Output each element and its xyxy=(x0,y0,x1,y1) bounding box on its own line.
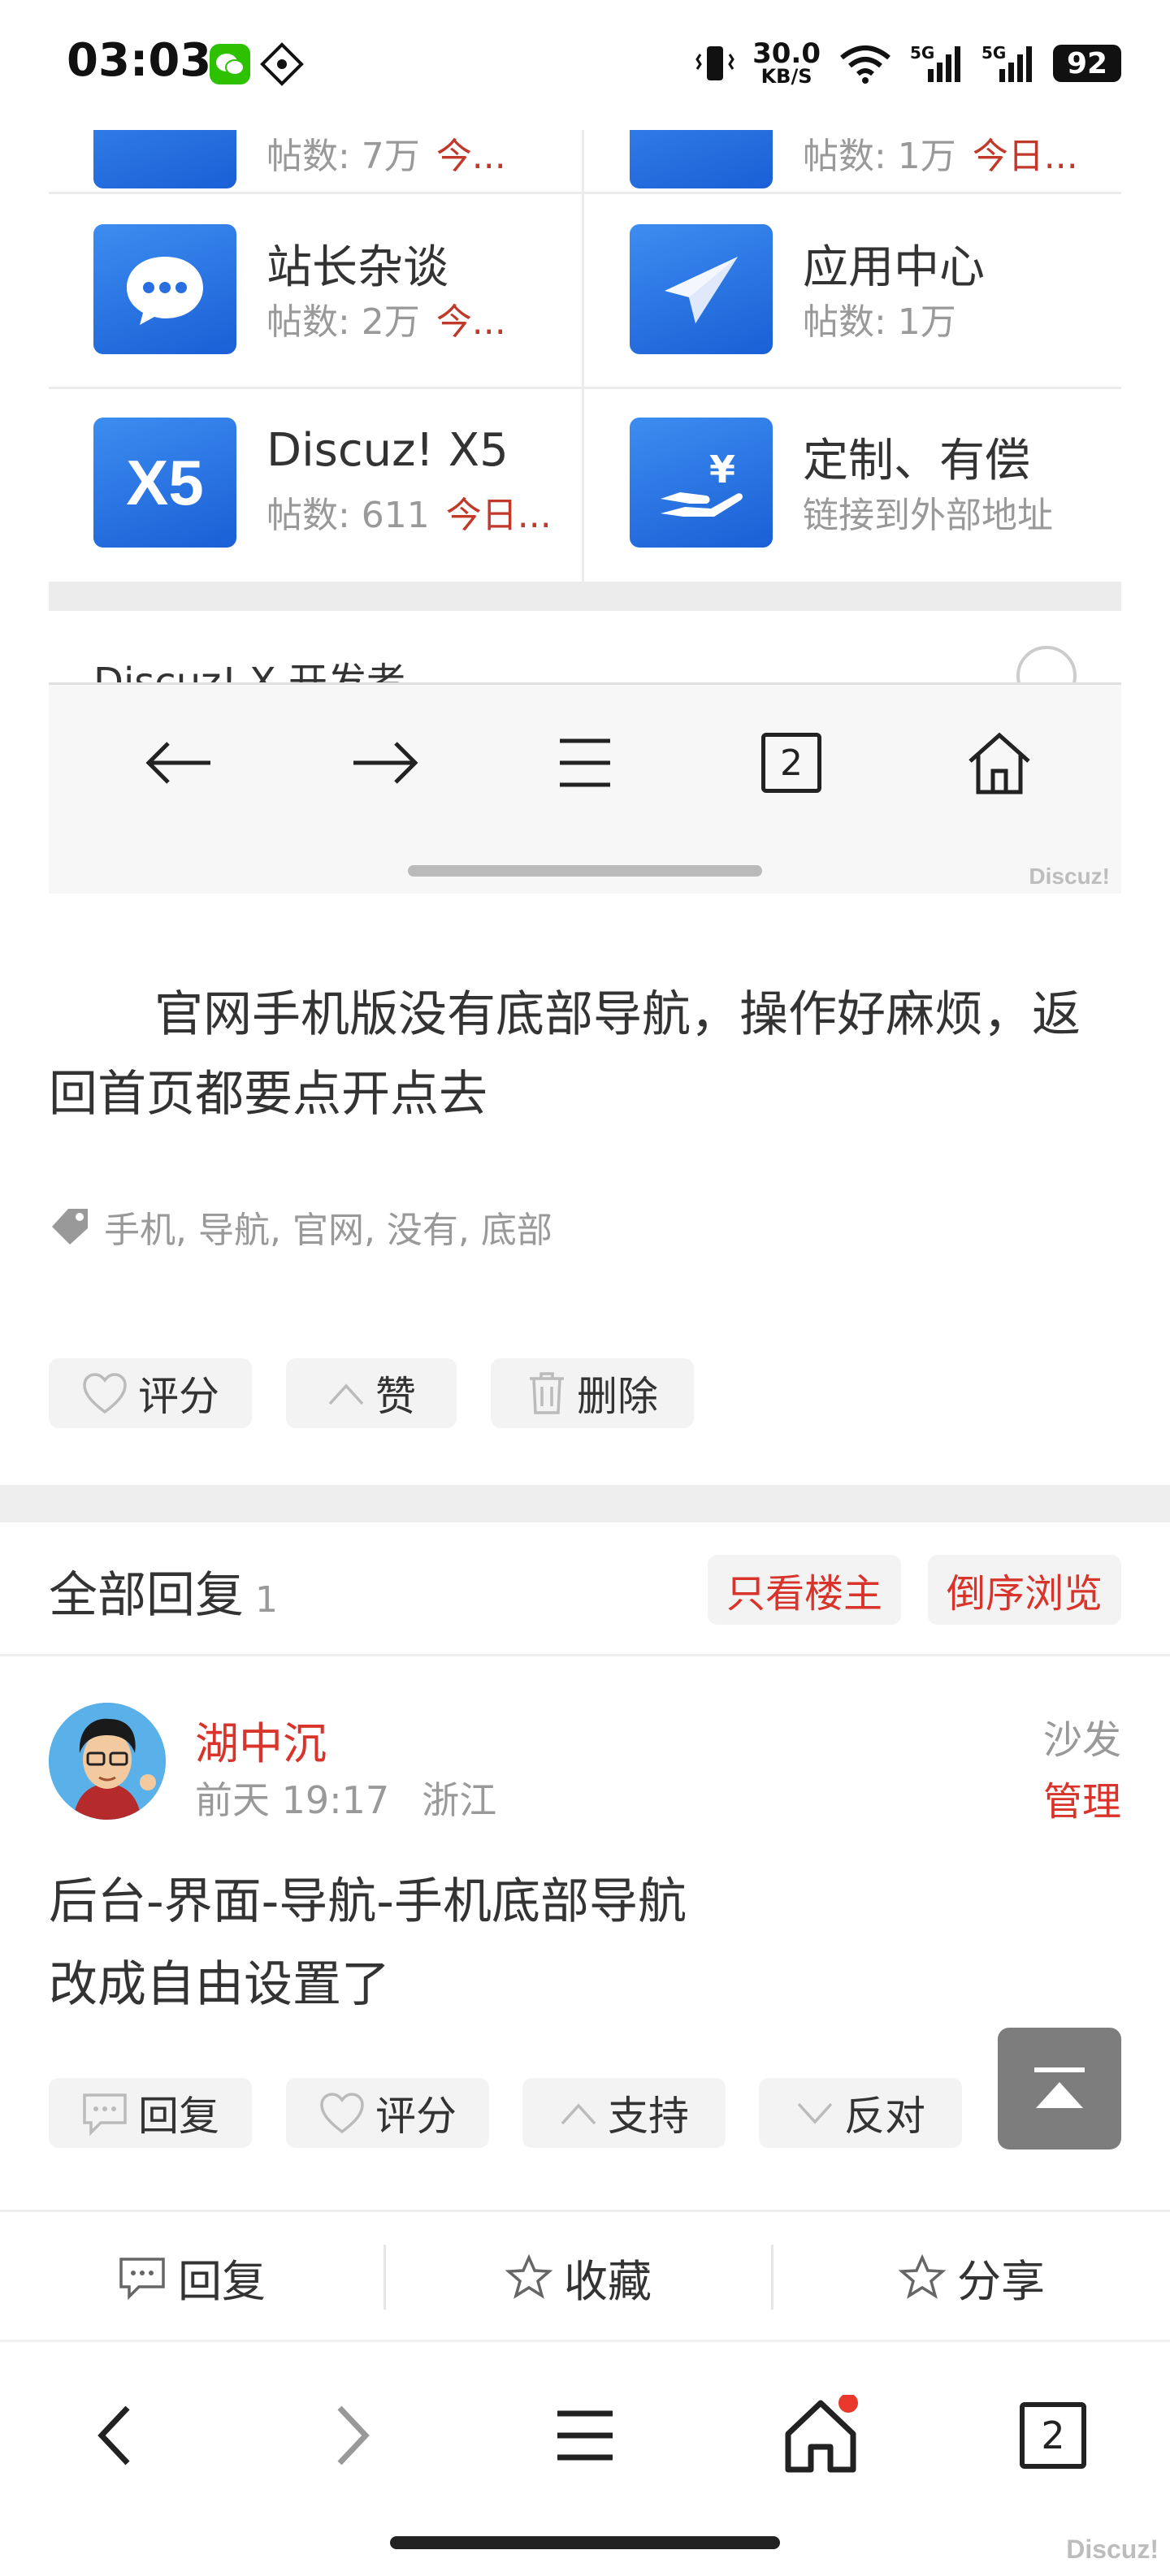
signal-icon-1: 5G xyxy=(910,43,964,84)
forward-button[interactable] xyxy=(305,2391,402,2480)
vibrate-icon xyxy=(696,46,734,80)
home-button[interactable] xyxy=(772,2391,869,2480)
section-divider xyxy=(0,1485,1170,1522)
post-content: 官网手机版没有底部导航，操作好麻烦，返回首页都要点开点去 xyxy=(49,986,1081,1123)
oppose-button[interactable]: 反对 xyxy=(759,2078,962,2148)
chevron-left-icon xyxy=(98,2405,130,2466)
rate-button[interactable]: 评分 xyxy=(286,2078,489,2148)
reply-button[interactable]: 回复 xyxy=(49,2078,252,2148)
chevron-down-icon xyxy=(797,2102,833,2124)
signal-icon-2: 5G xyxy=(982,43,1035,84)
tabs-button[interactable]: 2 xyxy=(1004,2391,1102,2480)
heart-icon xyxy=(320,2093,364,2134)
status-time: 03:03 xyxy=(67,34,212,87)
post-tags: 手机, 导航, 官网, 没有, 底部 xyxy=(49,1202,552,1251)
heart-icon xyxy=(83,1373,127,1414)
battery-indicator: 92 xyxy=(1053,45,1121,82)
watermark: Discuz! xyxy=(1029,864,1110,889)
arrow-to-top-icon xyxy=(1034,2067,1085,2108)
watermark: Discuz! xyxy=(1066,2535,1159,2564)
reply-action[interactable]: 回复 xyxy=(0,2212,384,2342)
app-notification-icon xyxy=(260,42,304,86)
star-icon xyxy=(505,2254,552,2299)
reply-meta: 前天 19:17 浙江 xyxy=(195,1771,496,1825)
share-action[interactable]: 分享 xyxy=(774,2212,1170,2342)
wechat-notification-icon xyxy=(210,44,250,84)
status-indicators: 30.0 KB/S 5G 5G 92 xyxy=(696,39,1121,88)
reply-time: 前天 19:17 xyxy=(195,1778,390,1822)
star-icon xyxy=(899,2254,946,2299)
forum-item[interactable]: 应用中心 帖数: 1万 xyxy=(585,195,1105,374)
forum-item[interactable]: X5 Discuz! X5 帖数: 611 今日... xyxy=(49,388,569,567)
forum-meta: 帖数: 1万 xyxy=(803,301,956,343)
manage-link[interactable]: 管理 xyxy=(1043,1769,1121,1826)
reply-count: 1 xyxy=(255,1579,278,1621)
chat-bubble-icon xyxy=(93,224,236,354)
chevron-up-icon xyxy=(328,1383,364,1405)
forum-item[interactable]: 站长杂谈 帖数: 2万 今... xyxy=(49,195,569,374)
network-speed: 30.0 KB/S xyxy=(752,37,821,88)
floor-label: 沙发 xyxy=(1042,1717,1121,1763)
x5-logo-icon: X5 xyxy=(93,418,236,548)
only-op-button[interactable]: 只看楼主 xyxy=(708,1555,901,1625)
reply-location: 浙江 xyxy=(422,1778,497,1822)
gesture-handle xyxy=(408,865,762,877)
svg-text:¥: ¥ xyxy=(709,448,735,491)
forum-title: 应用中心 xyxy=(803,241,985,294)
post-action-bar: 回复 收藏 分享 xyxy=(0,2210,1170,2342)
menu-icon xyxy=(557,2410,613,2461)
back-to-top-button[interactable] xyxy=(998,2028,1121,2150)
hand-yuan-icon: ¥ xyxy=(630,418,773,548)
chevron-up-icon xyxy=(561,2103,596,2125)
forum-title: Discuz! X5 xyxy=(266,424,509,477)
menu-button[interactable] xyxy=(536,2391,634,2480)
reply-username[interactable]: 湖中沉 xyxy=(195,1708,327,1772)
tags-list[interactable]: 手机, 导航, 官网, 没有, 底部 xyxy=(104,1201,552,1253)
paper-plane-icon xyxy=(630,224,773,354)
avatar[interactable] xyxy=(49,1703,166,1820)
tag-icon xyxy=(52,1209,88,1245)
favorite-action[interactable]: 收藏 xyxy=(386,2212,771,2342)
forum-icon xyxy=(93,130,236,188)
like-button[interactable]: 赞 xyxy=(286,1358,457,1428)
trash-icon xyxy=(530,1372,564,1414)
tabs-icon: 2 xyxy=(1020,2402,1086,2469)
embedded-browser-nav: 2 Discuz! xyxy=(49,682,1121,894)
reverse-order-button[interactable]: 倒序浏览 xyxy=(928,1555,1121,1625)
forum-meta: 链接到外部地址 xyxy=(803,495,1053,536)
forum-title: 站长杂谈 xyxy=(266,241,448,294)
embedded-screenshot: 帖数: 7万 今... 帖数: 1万 今日... 站长杂谈 帖数: 2万 今... 应… xyxy=(49,130,1121,894)
forum-icon xyxy=(630,130,773,188)
back-arrow-icon xyxy=(138,730,219,795)
rate-button[interactable]: 评分 xyxy=(49,1358,252,1428)
wifi-icon xyxy=(840,45,890,84)
reply-content: 后台-界面-导航-手机底部导航 改成自由设置了 xyxy=(49,1873,687,2013)
forward-arrow-icon xyxy=(344,730,426,795)
home-icon xyxy=(959,730,1040,795)
forum-title: 定制、有偿 xyxy=(803,435,1030,487)
home-icon xyxy=(785,2395,858,2473)
home-indicator xyxy=(390,2536,780,2549)
delete-button[interactable]: 删除 xyxy=(491,1358,694,1428)
status-bar: 03:03 30.0 KB/S 5G 5G 92 xyxy=(0,0,1170,130)
chevron-right-icon xyxy=(337,2405,370,2466)
section-divider xyxy=(49,582,1121,611)
menu-icon xyxy=(544,730,626,795)
tabs-icon: 2 xyxy=(751,730,832,795)
forum-meta: 帖数: 611 今日... xyxy=(266,495,552,536)
forum-meta: 帖数: 2万 今... xyxy=(266,301,506,343)
comment-icon xyxy=(119,2258,165,2300)
forum-item[interactable]: ¥ 定制、有偿 链接到外部地址 xyxy=(585,388,1105,567)
comment-icon xyxy=(83,2093,127,2136)
back-button[interactable] xyxy=(65,2391,162,2480)
divider xyxy=(0,1654,1170,1656)
replies-header: 全部回复 1 xyxy=(49,1567,278,1624)
support-button[interactable]: 支持 xyxy=(522,2078,726,2148)
